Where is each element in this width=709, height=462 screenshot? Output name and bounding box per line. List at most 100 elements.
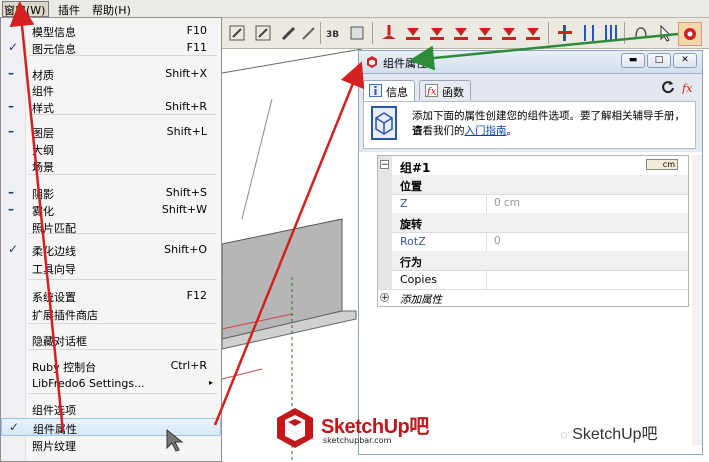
expand-icon: + — [380, 293, 389, 303]
tool-icon[interactable] — [346, 22, 368, 44]
function-icon[interactable]: fx — [681, 80, 695, 95]
menu-item[interactable]: 模型信息 F10 — [1, 22, 221, 40]
menu-item[interactable]: – 雾化 Shift+W — [1, 201, 221, 219]
pencil-icon[interactable] — [298, 22, 320, 44]
panel-titlebar[interactable]: 组件属性 ▬ □ ✕ — [359, 51, 702, 74]
layer-x-icon[interactable] — [498, 22, 520, 44]
menu-item[interactable]: 扩展插件商店 — [1, 305, 221, 323]
window-menu: 模型信息 F10 ✓ 图元信息 F11– 材质 Shift+X 组件 – 样式 Shift+R – 图层… — [0, 17, 222, 462]
menu-item[interactable]: LibFredo6 Settings... ▸ — [1, 375, 221, 393]
menu-separator — [29, 323, 217, 324]
align-icon[interactable] — [554, 22, 576, 44]
menu-item[interactable]: – 样式 Shift+R — [1, 98, 221, 116]
tab-info-label: 信息 — [386, 86, 408, 99]
collapse-icon[interactable]: − — [380, 160, 389, 170]
submenu-arrow-icon: ▸ — [208, 378, 213, 387]
layer-f-icon[interactable] — [522, 22, 544, 44]
attribute-row[interactable]: Copies — [378, 270, 688, 290]
menu-item[interactable]: 系统设置 F12 — [1, 287, 221, 305]
refresh-icon[interactable] — [661, 80, 675, 94]
menu-item[interactable]: ✓ 组件属性 — [1, 418, 221, 436]
attribute-value[interactable]: 0 cm — [494, 197, 520, 209]
group-title: 组#1 — [400, 161, 431, 175]
attribute-row[interactable]: RotZ 0 — [378, 232, 688, 252]
menu-window[interactable]: 窗口(W) — [2, 1, 49, 17]
menu-item[interactable]: 场景 — [1, 157, 221, 175]
attribute-name: RotZ — [400, 235, 426, 248]
brush-icon[interactable] — [278, 22, 300, 44]
attribute-value[interactable]: 0 — [494, 235, 501, 247]
menu-item[interactable]: ✓ 柔化边线 Shift+O — [1, 241, 221, 259]
menu-item[interactable]: Ruby 控制台 Ctrl+R — [1, 357, 221, 375]
attribute-name: Z — [400, 197, 408, 210]
add-attribute-row[interactable]: + 添加属性 — [378, 289, 688, 308]
menu-item-label: LibFredo6 Settings... — [32, 377, 145, 390]
svg-text:fx: fx — [681, 82, 693, 94]
attribute-row[interactable]: Z 0 cm — [378, 194, 688, 214]
section-row: 旋转 — [378, 213, 688, 233]
tab-functions[interactable]: fx 函数 — [419, 80, 471, 100]
menu-item-label: 系统设置 — [32, 291, 76, 304]
menubar: 窗口(W) 插件 帮助(H) — [0, 0, 709, 18]
svg-text:fx: fx — [426, 87, 437, 98]
menu-item[interactable]: 组件 — [1, 81, 221, 99]
menu-item[interactable]: ✓ 图元信息 F11 — [1, 39, 221, 57]
menu-item-shortcut: Shift+R — [165, 100, 207, 113]
menu-item[interactable]: 工具向导 — [1, 259, 221, 277]
close-icon[interactable]: ✕ — [673, 53, 697, 68]
menu-item[interactable]: 组件选项 — [1, 400, 221, 418]
panel-title: 组件属性 — [383, 57, 427, 70]
info-box: 添加下面的属性创建您的组件选项。要了解相关辅导手册，请 查看我们的入门指南。 — [363, 101, 696, 149]
component-attributes-button[interactable] — [678, 22, 702, 46]
select-icon[interactable] — [654, 22, 676, 44]
menu-plugins[interactable]: 插件 — [58, 2, 80, 18]
menu-item[interactable]: 大纲 — [1, 140, 221, 158]
menu-item-label: 图层 — [32, 127, 54, 140]
scrollbar[interactable] — [692, 155, 702, 445]
menu-item[interactable]: 照片匹配 — [1, 218, 221, 236]
maximize-icon[interactable]: □ — [647, 53, 671, 68]
cube-icon — [371, 106, 397, 140]
menu-item-label: 隐藏对话框 — [32, 335, 87, 348]
section-row: 行为 — [378, 251, 688, 271]
menu-item[interactable]: – 阴影 Shift+S — [1, 184, 221, 202]
ruby-icon[interactable]: 3B — [324, 22, 346, 44]
layer-v-icon[interactable] — [450, 22, 472, 44]
getting-started-link[interactable]: 入门指南 — [465, 125, 507, 137]
logo-url: sketchupbar.com — [323, 436, 392, 445]
menu-item[interactable]: 照片纹理 — [1, 436, 221, 454]
menu-separator — [29, 393, 217, 394]
wechat-icon: ◌ — [560, 427, 568, 442]
menu-item-label: Ruby 控制台 — [32, 361, 97, 374]
panel-tabs: 信息 fx 函数 fx 添加下面的属性创建您的组件选项。要了解相关辅导手册，请 … — [359, 74, 702, 152]
menu-item[interactable]: – 图层 Shift+L — [1, 123, 221, 141]
sketchupbar-logo: SketchUp吧 sketchupbar.com — [271, 404, 461, 454]
logo-text: SketchUp吧 — [321, 416, 429, 438]
minimize-icon[interactable]: ▬ — [621, 53, 645, 68]
layer-n-icon[interactable] — [474, 22, 496, 44]
menu-separator — [29, 279, 217, 280]
layer-j-icon[interactable] — [402, 22, 424, 44]
menu-item-shortcut: Shift+W — [161, 203, 207, 216]
dash-icon: – — [8, 202, 14, 216]
edit-icon[interactable] — [226, 22, 248, 44]
distribute-icon[interactable] — [578, 22, 600, 44]
dash-icon: – — [8, 99, 14, 113]
attribute-name: 行为 — [400, 256, 422, 269]
tab-info[interactable]: 信息 — [363, 80, 415, 101]
check-icon: ✓ — [9, 420, 20, 434]
menu-help[interactable]: 帮助(H) — [92, 2, 131, 18]
dash-icon: – — [8, 185, 14, 199]
menu-item-shortcut: Shift+S — [165, 186, 207, 199]
attribute-name: 旋转 — [400, 218, 422, 231]
layer-r-icon[interactable] — [426, 22, 448, 44]
edit-icon[interactable] — [252, 22, 274, 44]
menu-item-label: 照片纹理 — [32, 440, 76, 453]
layer-down-icon[interactable] — [378, 22, 400, 44]
check-icon: ✓ — [8, 40, 19, 54]
distribute-icon[interactable] — [600, 22, 622, 44]
hand-icon[interactable] — [630, 22, 652, 44]
cm-unit-icon[interactable]: cm — [646, 159, 678, 170]
menu-item-label: 雾化 — [32, 205, 54, 218]
menu-item[interactable]: 隐藏对话框 — [1, 331, 221, 349]
